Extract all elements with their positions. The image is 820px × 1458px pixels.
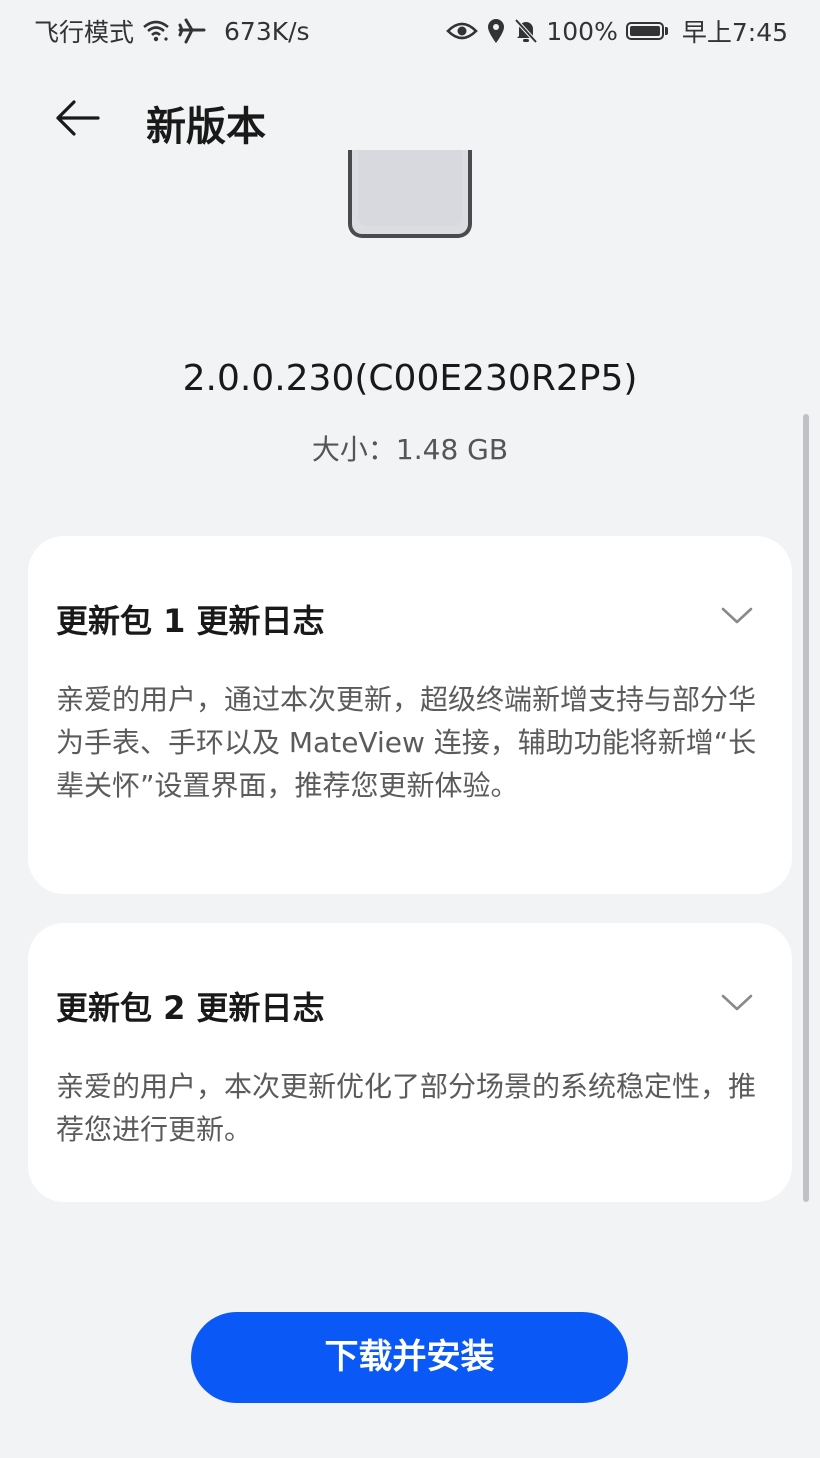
expand-button[interactable] xyxy=(720,606,754,626)
battery-icon xyxy=(625,22,668,40)
status-bar-left: 飞行模式 673K/s xyxy=(34,13,310,49)
status-bar: 飞行模式 673K/s 100% 早上7:45 xyxy=(0,0,820,60)
back-button[interactable] xyxy=(52,96,112,146)
chevron-down-icon xyxy=(721,607,753,624)
airplane-mode-label: 飞行模式 xyxy=(34,18,135,47)
version-number: 2.0.0.230(C00E230R2P5) xyxy=(182,358,638,399)
update-log-card-1: 更新包 1 更新日志 亲爱的用户，通过本次更新，超级终端新增支持与部分华为手表、… xyxy=(28,536,792,894)
device-illustration xyxy=(348,150,472,238)
bell-off-icon xyxy=(514,18,538,44)
card-body: 亲爱的用户，本次更新优化了部分场景的系统稳定性，推荐您进行更新。 xyxy=(56,1070,757,1146)
download-and-install-button[interactable]: 下载并安装 xyxy=(191,1312,628,1403)
app-header: 新版本 xyxy=(0,80,820,160)
page-title: 新版本 xyxy=(146,104,266,150)
wifi-icon xyxy=(142,19,170,43)
card-title: 更新包 1 更新日志 xyxy=(56,602,325,640)
eye-icon xyxy=(446,20,479,42)
network-speed: 673K/s xyxy=(224,16,310,46)
scrollbar[interactable] xyxy=(803,414,809,1202)
chevron-down-icon xyxy=(721,994,753,1011)
status-bar-right: 100% 早上7:45 xyxy=(446,13,788,49)
card-title: 更新包 2 更新日志 xyxy=(56,989,325,1027)
airplane-icon xyxy=(178,18,206,44)
card-body: 亲爱的用户，通过本次更新，超级终端新增支持与部分华为手表、手环以及 MateVi… xyxy=(56,683,757,802)
arrow-left-icon xyxy=(56,100,100,136)
package-size: 大小：1.48 GB xyxy=(311,433,509,466)
location-icon xyxy=(486,18,506,44)
battery-percent: 100% xyxy=(546,16,618,46)
expand-button[interactable] xyxy=(720,993,754,1013)
clock: 早上7:45 xyxy=(681,18,788,47)
update-log-card-2: 更新包 2 更新日志 亲爱的用户，本次更新优化了部分场景的系统稳定性，推荐您进行… xyxy=(28,923,792,1202)
